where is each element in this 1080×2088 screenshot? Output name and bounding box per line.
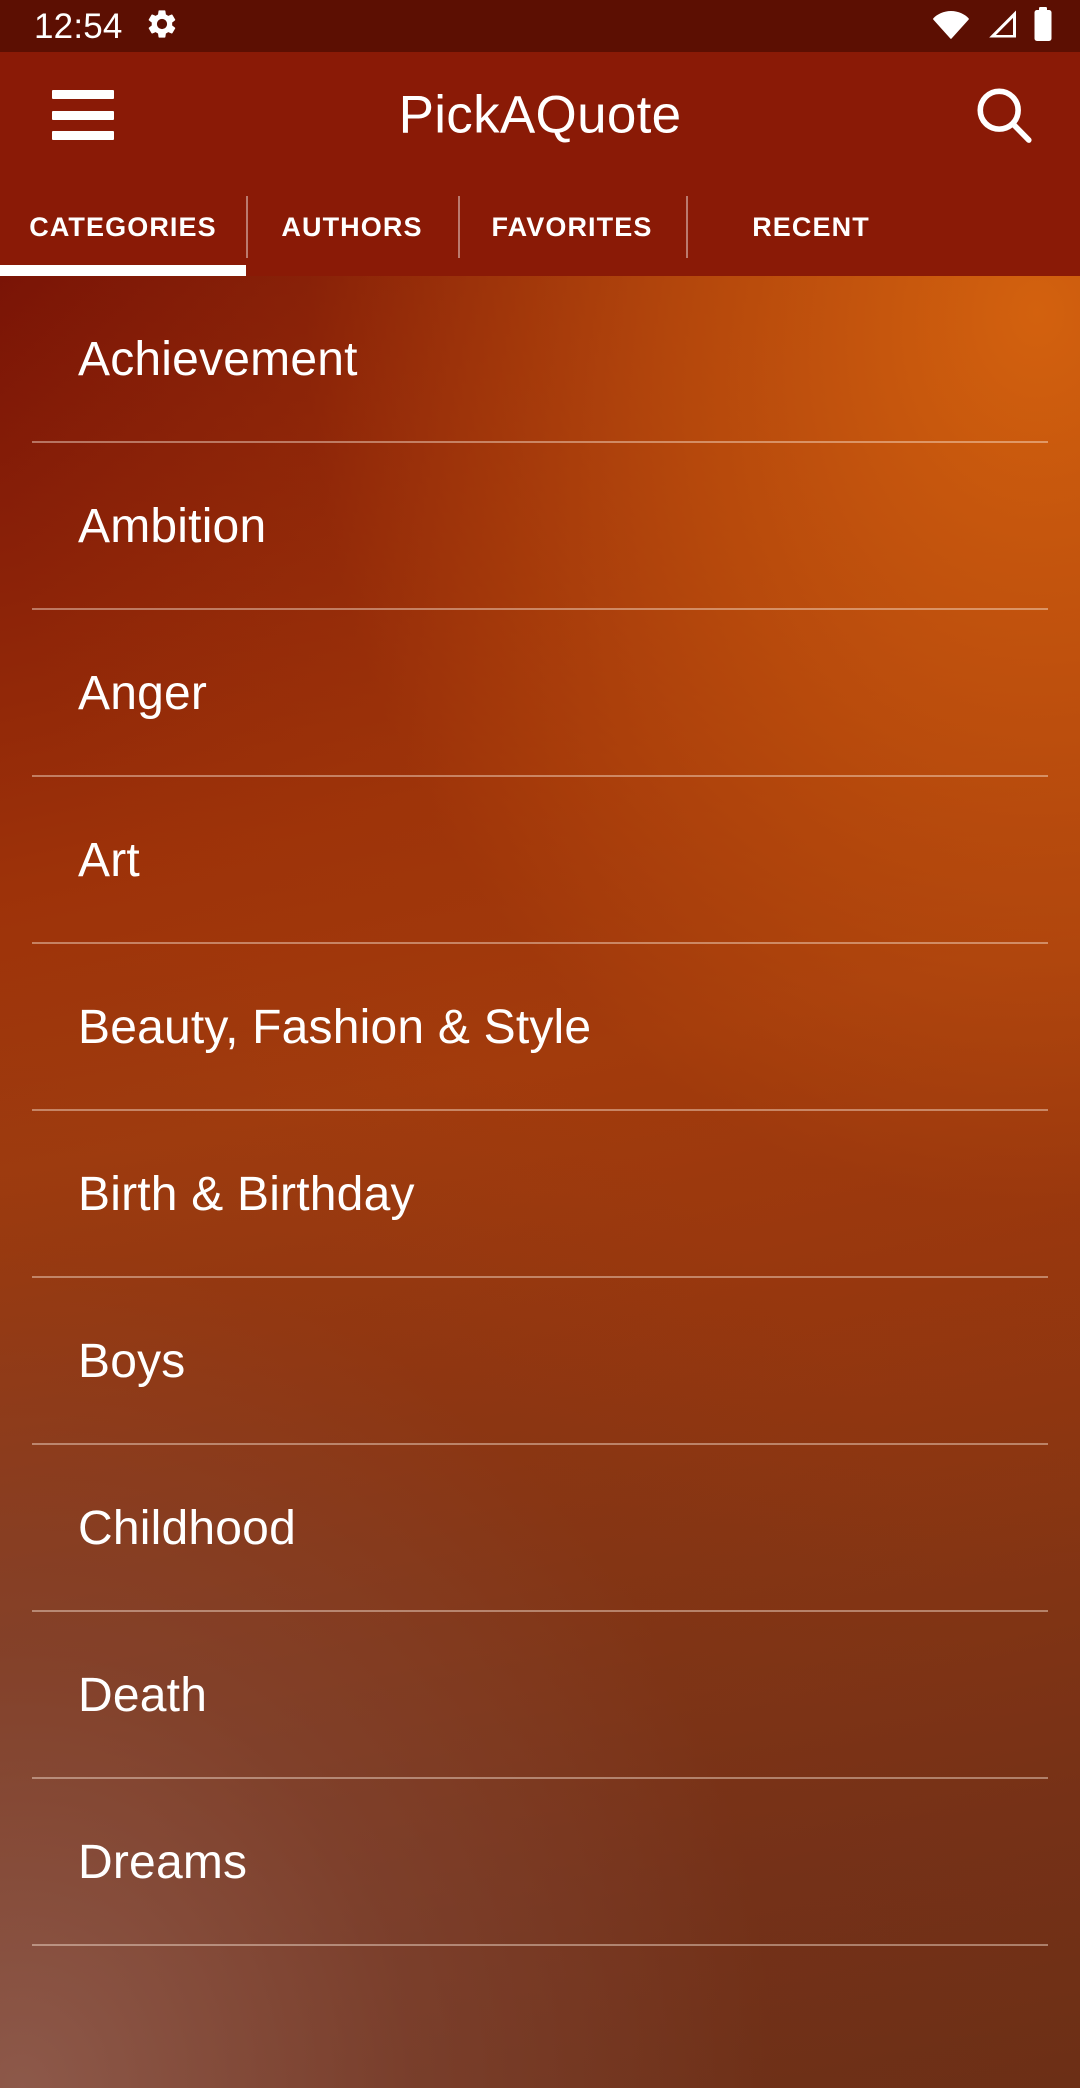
category-label: Death bbox=[78, 1668, 208, 1722]
app-bar: PickAQuote bbox=[0, 52, 1080, 178]
list-item[interactable]: Beauty, Fashion & Style bbox=[0, 944, 1080, 1111]
tab-favorites-label: FAVORITES bbox=[491, 211, 653, 242]
hamburger-line-1 bbox=[52, 90, 114, 99]
tab-authors-label: AUTHORS bbox=[281, 211, 423, 242]
hamburger-menu-icon[interactable] bbox=[52, 90, 114, 140]
status-bar: 12:54 bbox=[0, 0, 1080, 52]
hamburger-line-2 bbox=[52, 110, 114, 120]
status-bar-left: 12:54 bbox=[34, 7, 179, 46]
cellular-signal-icon bbox=[983, 9, 1019, 44]
hamburger-line-3 bbox=[52, 131, 114, 140]
list-item[interactable]: Childhood bbox=[0, 1445, 1080, 1612]
category-label: Childhood bbox=[78, 1501, 296, 1555]
category-label: Beauty, Fashion & Style bbox=[78, 1000, 592, 1054]
list-item[interactable]: Anger bbox=[0, 610, 1080, 777]
settings-gear-icon bbox=[145, 7, 179, 46]
category-label: Birth & Birthday bbox=[78, 1167, 415, 1221]
list-item[interactable]: Birth & Birthday bbox=[0, 1111, 1080, 1278]
app-root: 12:54 PickAQuote CATEGORIES AUTHORS FAVO… bbox=[0, 0, 1080, 2088]
category-label: Ambition bbox=[78, 499, 267, 553]
list-item[interactable]: Achievement bbox=[0, 276, 1080, 443]
tab-recent[interactable]: RECENT bbox=[686, 178, 936, 276]
list-item[interactable]: Dreams bbox=[0, 1779, 1080, 1946]
category-label: Anger bbox=[78, 666, 208, 720]
categories-list-container[interactable]: Achievement Ambition Anger Art Beauty, F… bbox=[0, 276, 1080, 2088]
tab-bar: CATEGORIES AUTHORS FAVORITES RECENT bbox=[0, 178, 1080, 276]
categories-list: Achievement Ambition Anger Art Beauty, F… bbox=[0, 276, 1080, 2088]
category-label: Art bbox=[78, 833, 140, 887]
search-icon[interactable] bbox=[968, 79, 1040, 151]
list-item[interactable]: Art bbox=[0, 777, 1080, 944]
tab-favorites[interactable]: FAVORITES bbox=[458, 178, 686, 276]
app-title: PickAQuote bbox=[398, 85, 682, 145]
wifi-icon bbox=[932, 9, 970, 44]
tab-categories-label: CATEGORIES bbox=[29, 211, 217, 242]
status-bar-clock: 12:54 bbox=[34, 6, 123, 46]
tab-authors[interactable]: AUTHORS bbox=[246, 178, 458, 276]
category-label: Dreams bbox=[78, 1835, 248, 1889]
list-item[interactable]: Death bbox=[0, 1612, 1080, 1779]
tab-categories[interactable]: CATEGORIES bbox=[0, 178, 246, 276]
tab-recent-label: RECENT bbox=[752, 211, 870, 242]
category-label: Boys bbox=[78, 1334, 186, 1388]
battery-full-icon bbox=[1032, 6, 1054, 46]
category-label: Achievement bbox=[78, 332, 358, 386]
list-item[interactable]: Ambition bbox=[0, 443, 1080, 610]
list-item[interactable] bbox=[0, 1946, 1080, 2088]
list-item[interactable]: Boys bbox=[0, 1278, 1080, 1445]
status-bar-right bbox=[932, 6, 1054, 46]
